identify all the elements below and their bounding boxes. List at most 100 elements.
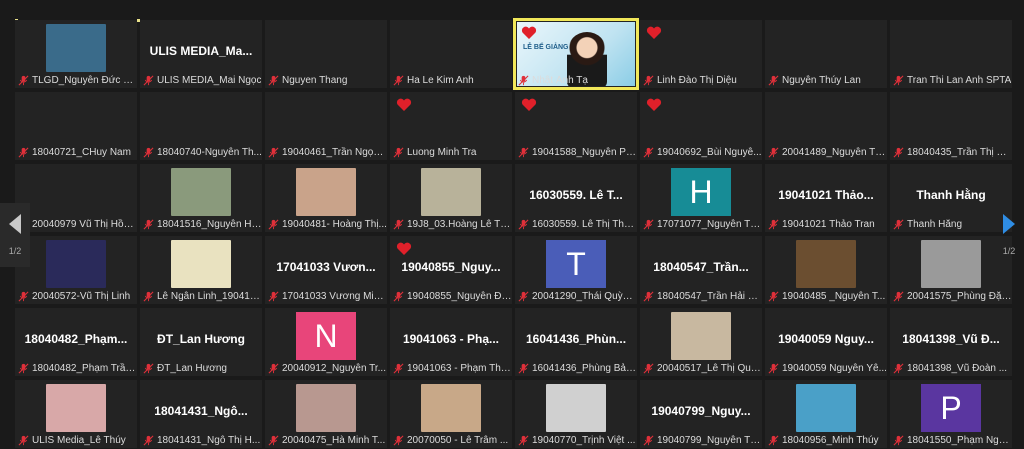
participant-name: 16030559. Lê Thị Thu...	[532, 218, 637, 230]
participant-name-bar: 20040979 Vũ Thị Hồn...	[15, 216, 137, 232]
mic-off-icon	[393, 363, 404, 373]
participant-name-bar: ĐT_Lan Hương	[140, 360, 262, 376]
participant-tile[interactable]: 18040482_Phạm... 18040482_Phạm Trần ...	[15, 308, 137, 376]
participant-tile[interactable]: 16041436_Phùn... 16041436_Phùng Bảo...	[515, 308, 637, 376]
participant-tile[interactable]: Nguyen Thang	[265, 20, 387, 88]
mic-off-icon	[518, 291, 529, 301]
participant-name-bar: 20041489_Nguyễn Th...	[765, 144, 887, 160]
participant-tile[interactable]: 17041033 Vươn... 17041033 Vương Min...	[265, 236, 387, 304]
participant-display-name: 19040799_Nguy...	[651, 404, 751, 418]
participant-tile[interactable]: ULIS MEDIA_Ma... ULIS MEDIA_Mai Ngọc	[140, 20, 262, 88]
participant-name: 19041063 - Phạm Thị ...	[407, 362, 512, 374]
participant-name-bar: 18040547_Trần Hải Chi	[640, 288, 762, 304]
participant-name: 18041516_Nguyễn Hả...	[157, 218, 262, 230]
participant-tile[interactable]: N 20040912_Nguyễn Tr...	[265, 308, 387, 376]
participant-photo	[171, 168, 231, 216]
participant-photo	[921, 240, 981, 288]
participant-tile[interactable]: 19040770_Trịnh Việt ...	[515, 380, 637, 448]
participant-tile[interactable]: Linh Đào Thị Diệu	[640, 20, 762, 88]
mic-off-icon	[643, 147, 654, 157]
participant-name-bar: 20070050 - Lê Trâm ...	[390, 432, 512, 448]
participant-tile[interactable]: LỄ BẾ GIẢNG Nhật Ánh Tạ	[513, 18, 639, 90]
mic-off-icon	[18, 435, 29, 445]
participant-tile[interactable]: 18041398_Vũ Đ... 18041398_Vũ Đoàn ...	[890, 308, 1012, 376]
participant-tile[interactable]: TLGD_Nguyễn Đức Gi...	[15, 20, 137, 88]
participant-tile[interactable]: ULIS Media_Lê Thúy	[15, 380, 137, 448]
participant-tile[interactable]: ĐT_Lan Hương ĐT_Lan Hương	[140, 308, 262, 376]
participant-name: 20041575_Phùng Đặn...	[907, 290, 1012, 302]
participant-tile[interactable]: 18040547_Trần... 18040547_Trần Hải Chi	[640, 236, 762, 304]
participant-tile[interactable]: 18040721_CHuy Nam	[15, 92, 137, 160]
participant-tile[interactable]: Luong Minh Tra	[390, 92, 512, 160]
participant-tile[interactable]: 19041588_Nguyễn Ph...	[515, 92, 637, 160]
participant-name: 19040481- Hoàng Thị...	[282, 218, 387, 230]
participant-tile[interactable]: 19J8_03.Hoàng Lê Th...	[390, 164, 512, 232]
participant-name-bar: 18041398_Vũ Đoàn ...	[890, 360, 1012, 376]
participant-name: 20040475_Hà Minh T...	[282, 434, 386, 446]
participant-tile[interactable]: Ha Le Kim Anh	[390, 20, 512, 88]
participant-tile[interactable]: 20040517_Lê Thị Quỳ...	[640, 308, 762, 376]
participant-tile[interactable]: 20040572-Vũ Thị Linh	[15, 236, 137, 304]
participant-tile[interactable]: 18041431_Ngô... 18041431_Ngô Thị H...	[140, 380, 262, 448]
previous-page-button[interactable]: 1/2	[0, 203, 30, 267]
participant-display-name: 19041021 Thảo...	[778, 188, 874, 202]
mic-off-icon	[393, 435, 404, 445]
next-page-button[interactable]: 1/2	[994, 203, 1024, 267]
mic-off-icon	[768, 435, 779, 445]
participant-name-bar: Nguyễn Thúy Lan	[765, 72, 887, 88]
participant-tile[interactable]: 18040956_Minh Thúy	[765, 380, 887, 448]
participant-tile[interactable]: 19041021 Thảo... 19041021 Thảo Tran	[765, 164, 887, 232]
heart-icon	[646, 98, 662, 111]
participant-tile[interactable]: 19040485 _Nguyễn T...	[765, 236, 887, 304]
participant-tile[interactable]: Lê Ngân Linh_190417...	[140, 236, 262, 304]
participant-tile[interactable]: 19040059 Nguy... 19040059 Nguyễn Yê...	[765, 308, 887, 376]
participant-photo	[46, 24, 106, 72]
participant-name-bar: 19040481- Hoàng Thị...	[265, 216, 387, 232]
participant-name: Nhật Ánh Tạ	[532, 74, 588, 86]
participant-tile[interactable]: 18041516_Nguyễn Hả...	[140, 164, 262, 232]
participant-tile[interactable]: 19040855_Nguy... 19040855_Nguyễn Đi...	[390, 236, 512, 304]
participant-tile[interactable]: 18040740-Nguyễn Th...	[140, 92, 262, 160]
mic-off-icon	[643, 75, 654, 85]
participant-tile[interactable]: T 20041290_Thái Quỳnh...	[515, 236, 637, 304]
participant-tile[interactable]: Nguyễn Thúy Lan	[765, 20, 887, 88]
mic-off-icon	[393, 75, 404, 85]
arrow-right-icon	[1003, 214, 1015, 234]
participant-name-bar: 19041063 - Phạm Thị ...	[390, 360, 512, 376]
participant-tile[interactable]: 20070050 - Lê Trâm ...	[390, 380, 512, 448]
participant-display-name: 19040059 Nguy...	[778, 332, 874, 346]
participant-name: 18041550_Phạm Ngo...	[907, 434, 1012, 446]
participant-tile[interactable]: P 18041550_Phạm Ngo...	[890, 380, 1012, 448]
participant-tile[interactable]: H 17071077_Nguyễn Th...	[640, 164, 762, 232]
participant-tile[interactable]: 16030559. Lê T... 16030559. Lê Thị Thu...	[515, 164, 637, 232]
participant-name-bar: 20040475_Hà Minh T...	[265, 432, 387, 448]
participant-tile[interactable]: 20040475_Hà Minh T...	[265, 380, 387, 448]
participant-name-bar: 17041033 Vương Min...	[265, 288, 387, 304]
participant-tile[interactable]: 19040692_Bùi Nguyễ...	[640, 92, 762, 160]
participant-name: 19040770_Trịnh Việt ...	[532, 434, 636, 446]
participant-tile[interactable]: Tran Thi Lan Anh SPTA	[890, 20, 1012, 88]
participant-tile[interactable]: 20040979 Vũ Thị Hồn...	[15, 164, 137, 232]
participant-tile[interactable]: 19040481- Hoàng Thị...	[265, 164, 387, 232]
participant-photo	[421, 168, 481, 216]
participant-name-bar: 19041021 Thảo Tran	[765, 216, 887, 232]
participant-name-bar: 19040059 Nguyễn Yê...	[765, 360, 887, 376]
mic-off-icon	[143, 147, 154, 157]
mic-off-icon	[643, 435, 654, 445]
participant-name: ULIS MEDIA_Mai Ngọc	[157, 74, 262, 86]
participant-name-bar: 19040461_Trần Ngọc ...	[265, 144, 387, 160]
participant-tile[interactable]: 19041063 - Phạ... 19041063 - Phạm Thị ...	[390, 308, 512, 376]
participant-tile[interactable]: 19040461_Trần Ngọc ...	[265, 92, 387, 160]
participant-name-bar: 18040482_Phạm Trần ...	[15, 360, 137, 376]
mic-off-icon	[518, 435, 529, 445]
participant-display-name: 19040855_Nguy...	[401, 260, 501, 274]
participant-display-name: 17041033 Vươn...	[276, 260, 376, 274]
participant-tile[interactable]: 19040799_Nguy... 19040799_Nguyễn Th...	[640, 380, 762, 448]
participant-name: Nguyen Thang	[282, 74, 348, 86]
participant-name: 20040572-Vũ Thị Linh	[32, 290, 131, 302]
participant-name: Luong Minh Tra	[407, 146, 477, 158]
participant-tile[interactable]: 18040435_Trần Thị H...	[890, 92, 1012, 160]
participant-name-bar: 18041431_Ngô Thị H...	[140, 432, 262, 448]
participant-tile[interactable]: 20041489_Nguyễn Th...	[765, 92, 887, 160]
participant-name: 18040482_Phạm Trần ...	[32, 362, 137, 374]
